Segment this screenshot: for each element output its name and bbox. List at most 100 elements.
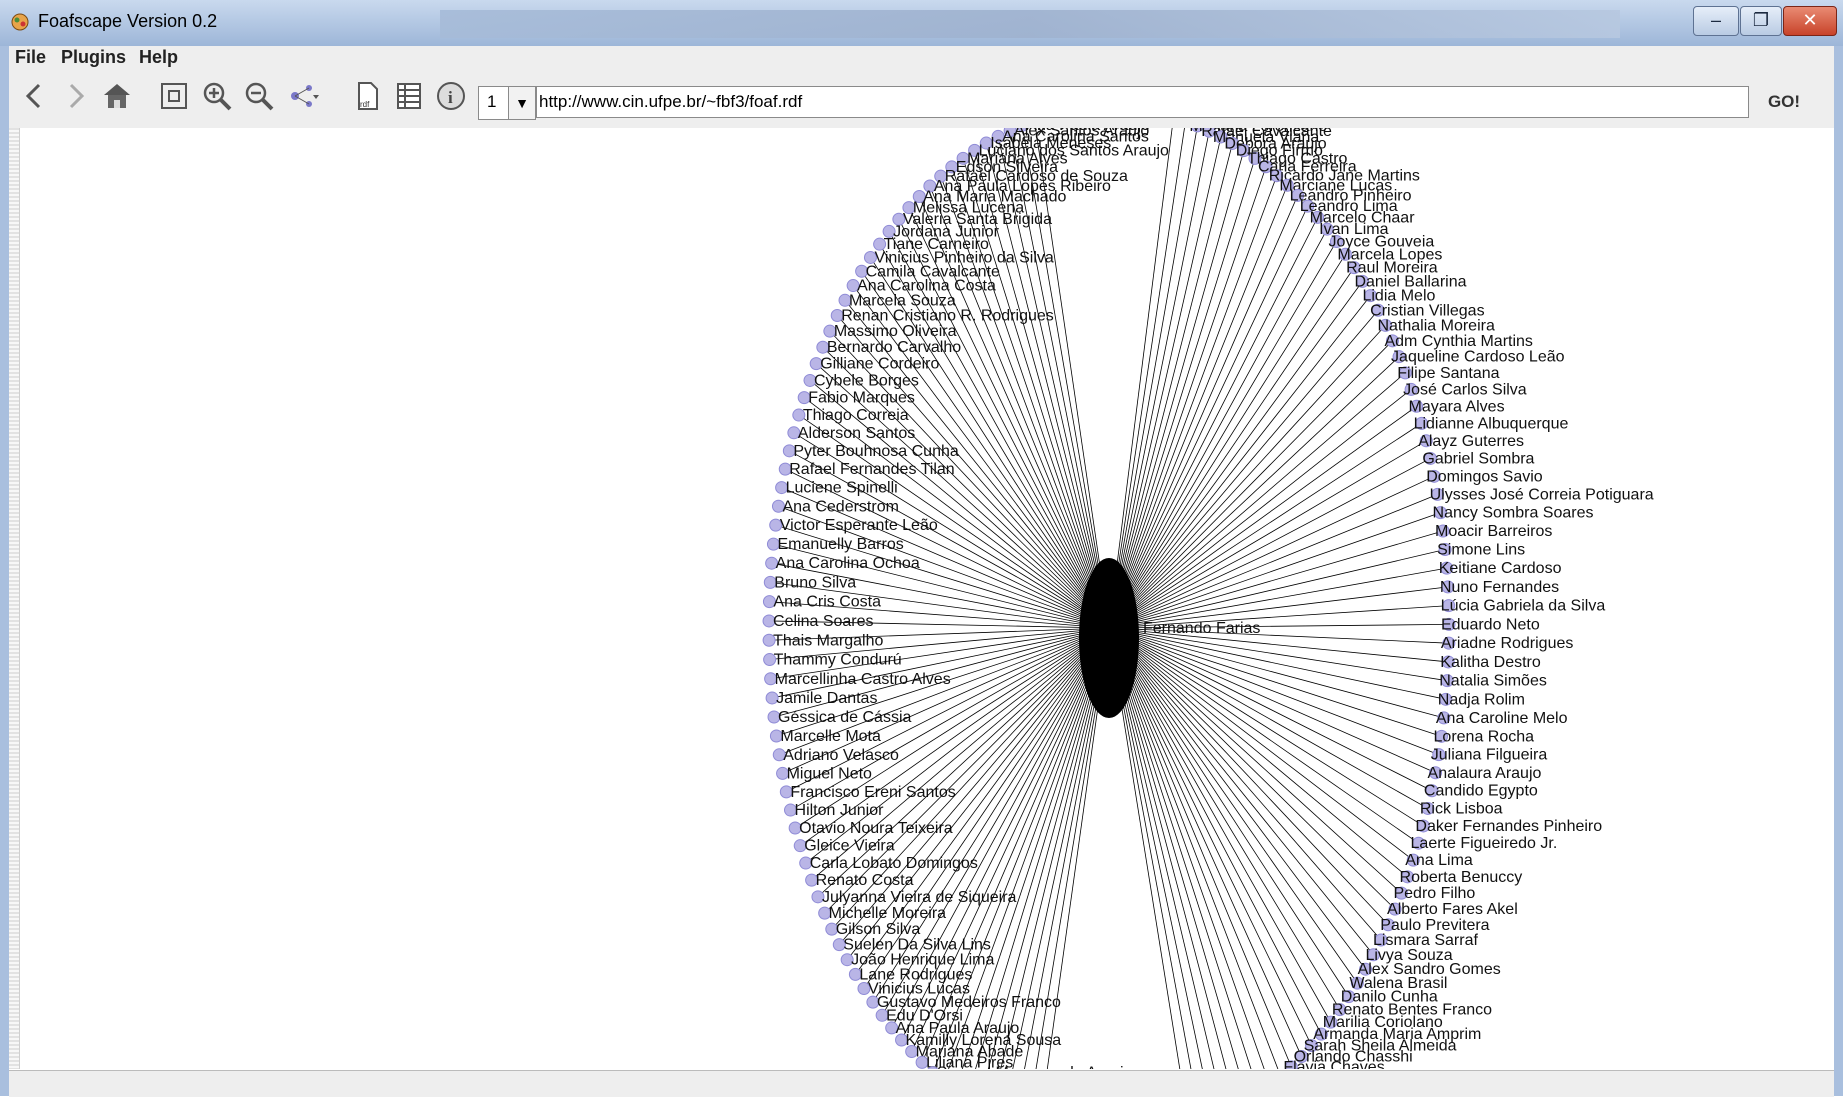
- graph-node-label[interactable]: Renan Cristiano R. Rodrigues: [841, 308, 1054, 325]
- graph-node-label[interactable]: Natalia Simões: [1439, 673, 1547, 690]
- layout-icon[interactable]: [287, 80, 319, 112]
- graph-node-label[interactable]: Miguel Neto: [787, 765, 872, 782]
- graph-node-label[interactable]: Kalitha Destro: [1440, 654, 1541, 671]
- graph-node-label[interactable]: Luciene Spinelli: [786, 480, 898, 497]
- graph-node-label[interactable]: Massimo Oliveira: [834, 323, 957, 340]
- graph-node-label[interactable]: Nancy Sombra Soares: [1433, 505, 1594, 522]
- menu-file[interactable]: File: [15, 47, 46, 68]
- graph-node-label[interactable]: Ana Lima: [1405, 852, 1473, 869]
- graph-node-label[interactable]: Julyanna Vieira de Siqueira: [822, 889, 1017, 906]
- graph-node-label[interactable]: Alayz Guterres: [1418, 433, 1524, 450]
- graph-node-label[interactable]: Cybele Borges: [814, 372, 919, 389]
- graph-node-label[interactable]: Ana Cederstrom: [782, 498, 899, 515]
- graph-node-label[interactable]: Ulysses José Correia Potiguara: [1430, 486, 1654, 503]
- table-icon[interactable]: [393, 80, 425, 112]
- graph-node-label[interactable]: Hilton Junior: [795, 802, 885, 819]
- graph-node-label[interactable]: Thiago Correia: [803, 407, 909, 424]
- graph-node-label[interactable]: Daker Fernandes Pinheiro: [1415, 818, 1602, 835]
- foaf-graph[interactable]: Ana AliceAna Paula AraujoAlex Santos Ara…: [9, 128, 1834, 1069]
- maximize-button[interactable]: ❐: [1740, 6, 1782, 36]
- graph-edge: [1109, 158, 1255, 628]
- graph-node-label[interactable]: Bernardo Carvalho: [827, 339, 961, 356]
- rdf-file-icon[interactable]: rdf: [351, 80, 383, 112]
- graph-node-label[interactable]: Roberta Benuccy: [1400, 869, 1523, 886]
- graph-node-label[interactable]: Gabriel Sombra: [1422, 450, 1534, 467]
- back-icon[interactable]: [19, 80, 51, 112]
- menu-help[interactable]: Help: [139, 47, 178, 68]
- graph-node-label[interactable]: Pedro Filho: [1393, 885, 1475, 902]
- central-node-label[interactable]: Fernando Farias: [1143, 620, 1260, 637]
- graph-node-label[interactable]: Thais Margalho: [773, 632, 883, 649]
- chevron-down-icon[interactable]: ▼: [508, 87, 535, 119]
- graph-node-label[interactable]: Nathalia Moreira: [1377, 317, 1494, 334]
- zoom-out-icon[interactable]: [243, 80, 275, 112]
- graph-edge: [1109, 531, 1443, 628]
- graph-node-label[interactable]: Bruno Silva: [774, 574, 856, 591]
- canvas-splitter[interactable]: [9, 128, 20, 1069]
- graph-node-label[interactable]: Moacir Barreiros: [1435, 523, 1552, 540]
- graph-node-label[interactable]: Adriano Velasco: [783, 747, 899, 764]
- graph-edge: [1109, 281, 1362, 628]
- graph-edge: [1109, 373, 1405, 628]
- graph-node-label[interactable]: Jamile Dantas: [776, 690, 877, 707]
- graph-node-label[interactable]: Alberto Fares Akel: [1387, 901, 1518, 918]
- graph-node-label[interactable]: Mayara Alves: [1409, 398, 1505, 415]
- graph-node-label[interactable]: Simone Lins: [1437, 542, 1525, 559]
- depth-select[interactable]: 1 ▼: [478, 86, 536, 120]
- graph-canvas[interactable]: Ana AliceAna Paula AraujoAlex Santos Ara…: [9, 128, 1834, 1069]
- graph-node-label[interactable]: Eduardo Neto: [1441, 616, 1540, 633]
- central-node[interactable]: [1079, 558, 1139, 718]
- graph-node-label[interactable]: Nadja Rolim: [1438, 691, 1525, 708]
- graph-node-label[interactable]: Keitiane Cardoso: [1439, 560, 1562, 577]
- window-frame-right: [1834, 46, 1843, 1096]
- graph-node-label[interactable]: Samuel Menezes de Araujo: [937, 1065, 1133, 1069]
- graph-node-label[interactable]: Laerte Figueiredo Jr.: [1411, 835, 1558, 852]
- graph-node-label[interactable]: Ana Carolina Ochoa: [776, 555, 920, 572]
- zoom-in-icon[interactable]: [201, 80, 233, 112]
- graph-node-label[interactable]: Analaura Araujo: [1428, 765, 1542, 782]
- graph-edge: [1109, 628, 1436, 773]
- info-icon[interactable]: i: [435, 80, 467, 112]
- fit-view-icon[interactable]: [158, 80, 190, 112]
- graph-node-label[interactable]: Lorena Rocha: [1434, 728, 1535, 745]
- graph-node-label[interactable]: Rafael Fernandes Tilan: [789, 461, 954, 478]
- graph-node-label[interactable]: Lúcia Gabriela da Silva: [1441, 598, 1606, 615]
- svg-text:i: i: [448, 88, 453, 107]
- graph-edge: [1109, 131, 1209, 628]
- close-button[interactable]: ✕: [1783, 6, 1837, 36]
- graph-edge: [1109, 458, 1430, 628]
- graph-node-label[interactable]: Gilliane Cordeiro: [820, 356, 939, 373]
- graph-node-label[interactable]: Rick Lisboa: [1420, 800, 1503, 817]
- graph-node-label[interactable]: Candido Egypto: [1424, 783, 1538, 800]
- graph-node-label[interactable]: Victor Esperante Leão: [780, 517, 938, 534]
- graph-node-label[interactable]: Juliana Filgueira: [1431, 747, 1548, 764]
- graph-node-label[interactable]: Emanuelly Barros: [777, 536, 903, 553]
- graph-node-label[interactable]: Celina Soares: [773, 613, 874, 630]
- forward-icon[interactable]: [59, 80, 91, 112]
- graph-node-label[interactable]: Domingos Savio: [1426, 468, 1543, 485]
- graph-node-label[interactable]: Pyter Bouhnosa Cunha: [793, 443, 959, 460]
- graph-node-label[interactable]: Gleice Vieira: [804, 838, 895, 855]
- graph-edge: [1109, 185, 1287, 628]
- url-input[interactable]: [536, 86, 1749, 118]
- graph-node-label[interactable]: Flavia Chaves: [1283, 1059, 1384, 1069]
- minimize-button[interactable]: –: [1693, 6, 1739, 36]
- graph-edge: [1109, 628, 1446, 699]
- graph-node-label[interactable]: Ana Caroline Melo: [1436, 710, 1568, 727]
- graph-node-label[interactable]: Fabio Marques: [808, 390, 915, 407]
- graph-node-label[interactable]: Ariadne Rodrigues: [1441, 635, 1574, 652]
- graph-node-label[interactable]: Jaqueline Cardoso Leão: [1391, 349, 1565, 366]
- go-button[interactable]: GO!: [1758, 90, 1810, 114]
- graph-node-label[interactable]: Lidianne Albuquerque: [1414, 415, 1569, 432]
- graph-node-label[interactable]: Thammy Condurú: [774, 652, 902, 669]
- graph-node-label[interactable]: Nuno Fernandes: [1440, 579, 1559, 596]
- graph-edge: [1109, 628, 1444, 718]
- menu-plugins[interactable]: Plugins: [61, 47, 126, 68]
- graph-node-label[interactable]: Adm Cynthia Martins: [1384, 333, 1533, 350]
- graph-node-label[interactable]: Ana Cris Costa: [773, 594, 881, 611]
- graph-node-label[interactable]: José Carlos Silva: [1403, 381, 1527, 398]
- graph-edge: [1109, 151, 1244, 628]
- graph-node-label[interactable]: Alderson Santos: [798, 425, 915, 442]
- home-icon[interactable]: [101, 80, 133, 112]
- graph-node-label[interactable]: Filipe Santana: [1397, 365, 1499, 382]
